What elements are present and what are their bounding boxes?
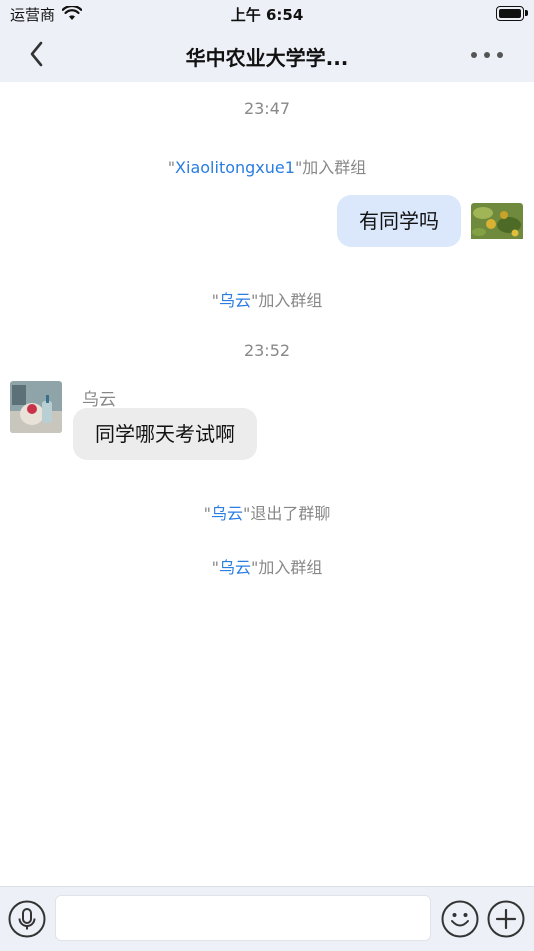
message-input[interactable] [55,895,431,941]
input-bar [0,886,534,951]
more-button[interactable] [470,46,504,64]
timestamp: 23:47 [243,99,291,118]
incoming-message-bubble[interactable]: 同学哪天考试啊 [73,408,257,460]
voice-button[interactable] [8,900,46,938]
system-leave-message: "乌云"退出了群聊 [203,504,331,523]
status-bar: 运营商 上午 6:54 [0,0,534,28]
avatar-image [10,381,62,433]
outgoing-message-bubble[interactable]: 有同学吗 [337,195,461,247]
system-join-message: "乌云"加入群组 [211,558,323,577]
chat-title: 华中农业大学学... [185,46,349,70]
status-time: 上午 6:54 [230,6,304,24]
emoji-button[interactable] [441,900,479,938]
plus-icon [487,900,525,938]
my-avatar[interactable] [471,203,523,255]
system-join-message: "乌云"加入群组 [211,291,323,310]
member-name-link[interactable]: 乌云 [219,291,251,310]
plus-button[interactable] [487,900,525,938]
microphone-icon [8,900,46,938]
sender-avatar[interactable] [10,381,62,433]
emoji-icon [441,900,479,938]
more-dots-icon [471,52,503,58]
sender-name: 乌云 [82,390,116,410]
avatar-image [471,203,523,239]
chat-area[interactable]: 23:47 "Xiaolitongxue1"加入群组 有同学吗 "乌云"加入群组… [0,82,534,886]
member-name-link[interactable]: 乌云 [211,504,243,523]
timestamp: 23:52 [243,341,291,360]
member-name-link[interactable]: 乌云 [219,558,251,577]
member-name-link[interactable]: Xiaolitongxue1 [175,158,295,177]
nav-bar: 华中农业大学学... [0,28,534,82]
battery-icon [496,6,528,21]
system-join-message: "Xiaolitongxue1"加入群组 [167,158,367,177]
